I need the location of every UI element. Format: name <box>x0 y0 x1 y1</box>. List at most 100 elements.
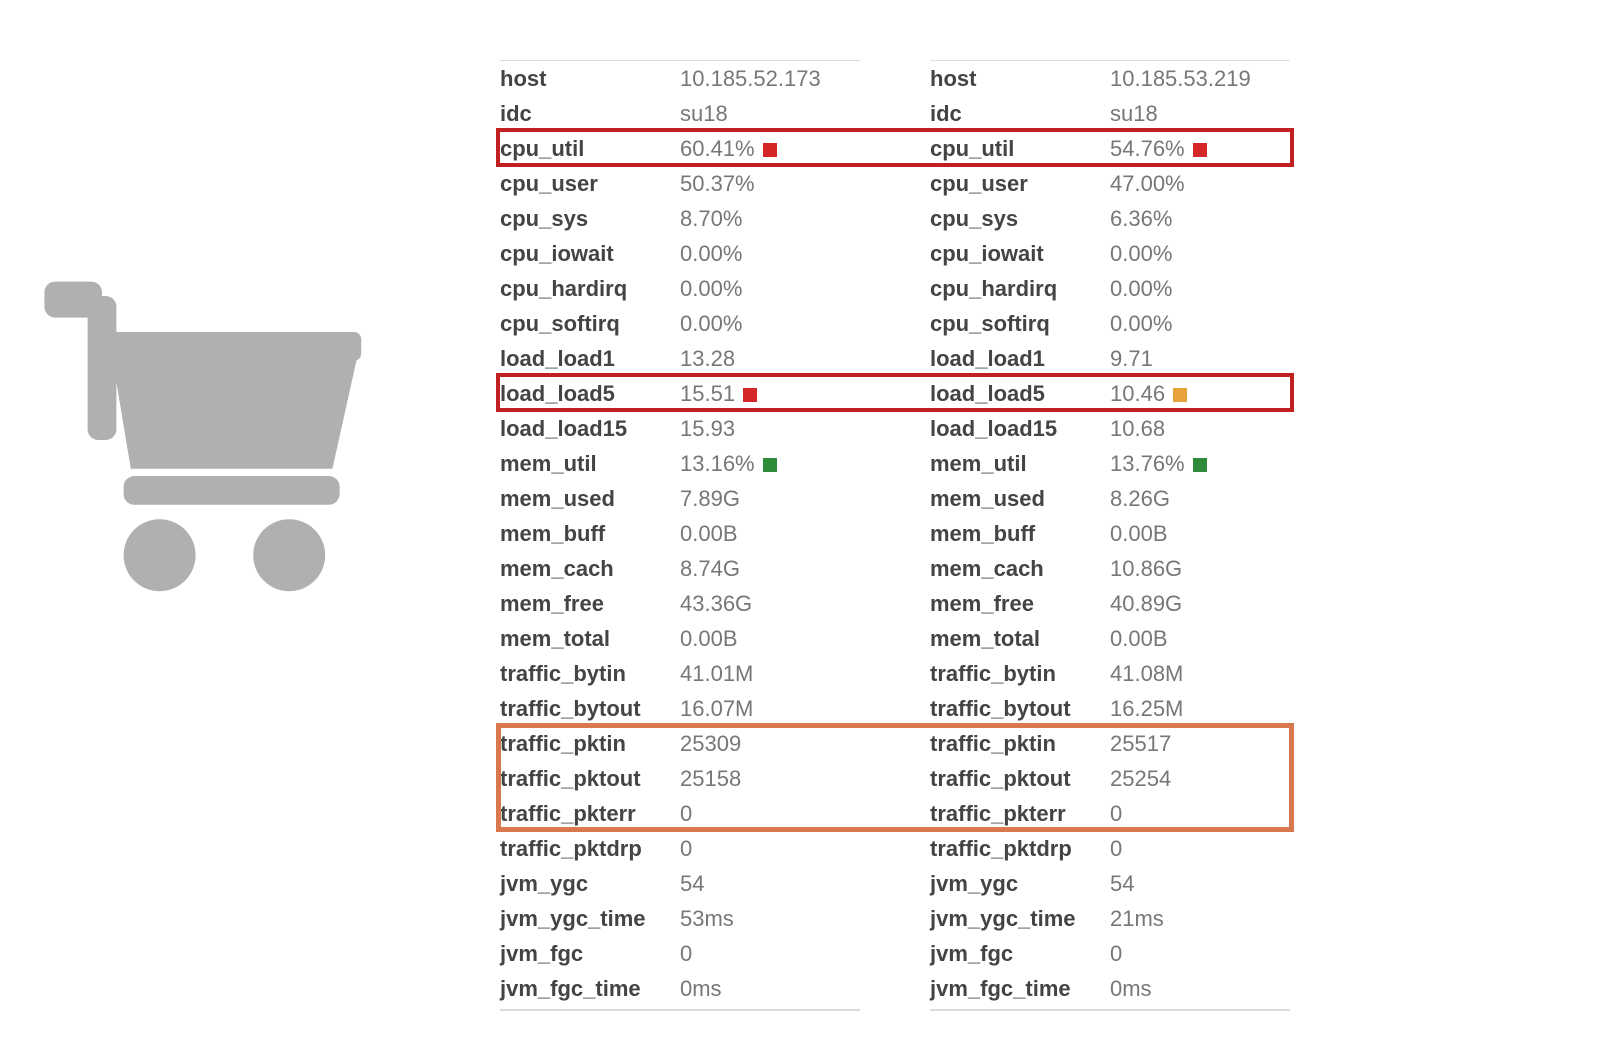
metric-value-text: 40.89G <box>1110 591 1182 616</box>
metric-value-text: 25254 <box>1110 766 1171 791</box>
metric-key: mem_cach <box>500 558 680 580</box>
metric-key: jvm_ygc_time <box>500 908 680 930</box>
metric-value-text: 0 <box>1110 801 1122 826</box>
metric-key: mem_buff <box>930 523 1110 545</box>
metric-value: 0ms <box>680 978 860 1000</box>
metric-value: su18 <box>680 103 860 125</box>
metric-key: load_load1 <box>500 348 680 370</box>
metric-key: traffic_bytout <box>500 698 680 720</box>
metric-key: traffic_pktdrp <box>500 838 680 860</box>
metric-value: 0 <box>680 803 860 825</box>
metric-key: cpu_user <box>930 173 1110 195</box>
metric-value-text: 0.00% <box>1110 311 1172 336</box>
metric-value: 16.07M <box>680 698 860 720</box>
metric-row: cpu_util60.41% <box>500 131 860 166</box>
metric-value: 9.71 <box>1110 348 1290 370</box>
metric-key: cpu_iowait <box>930 243 1110 265</box>
metric-value-text: 10.185.52.173 <box>680 66 821 91</box>
metric-row: mem_total0.00B <box>930 621 1290 656</box>
metric-key: mem_free <box>500 593 680 615</box>
metric-key: mem_buff <box>500 523 680 545</box>
metric-row: mem_buff0.00B <box>500 516 860 551</box>
metric-value: 21ms <box>1110 908 1290 930</box>
metric-value: 0.00% <box>1110 278 1290 300</box>
metric-value: 0.00% <box>680 313 860 335</box>
status-swatch-icon <box>1173 388 1187 402</box>
metric-key: load_load15 <box>500 418 680 440</box>
metric-key: traffic_bytin <box>930 663 1110 685</box>
metric-value: 0.00B <box>1110 523 1290 545</box>
metric-key: host <box>930 68 1110 90</box>
metric-value: 0.00B <box>680 523 860 545</box>
metric-value-text: 9.71 <box>1110 346 1153 371</box>
metric-value-text: 8.74G <box>680 556 740 581</box>
metric-row: traffic_bytout16.07M <box>500 691 860 726</box>
metric-value: 54 <box>680 873 860 895</box>
metric-value-text: 0.00B <box>1110 626 1168 651</box>
metric-value: 0 <box>1110 838 1290 860</box>
metric-value: 7.89G <box>680 488 860 510</box>
metric-value: 0 <box>680 838 860 860</box>
metric-value: 25254 <box>1110 768 1290 790</box>
metric-row: mem_buff0.00B <box>930 516 1290 551</box>
metric-key: cpu_hardirq <box>930 278 1110 300</box>
metric-value: 10.46 <box>1110 383 1290 405</box>
metric-value-text: 6.36% <box>1110 206 1172 231</box>
metric-value-text: 10.68 <box>1110 416 1165 441</box>
metric-value: 47.00% <box>1110 173 1290 195</box>
metric-row: cpu_iowait0.00% <box>930 236 1290 271</box>
metric-key: jvm_fgc <box>930 943 1110 965</box>
metric-key: cpu_sys <box>500 208 680 230</box>
metric-value: 0 <box>1110 803 1290 825</box>
status-swatch-icon <box>743 388 757 402</box>
metric-key: jvm_fgc <box>500 943 680 965</box>
metric-value-text: 60.41% <box>680 136 755 161</box>
metric-value-text: 0 <box>680 941 692 966</box>
metric-row: cpu_util54.76% <box>930 131 1290 166</box>
metric-row: cpu_hardirq0.00% <box>500 271 860 306</box>
metric-key: traffic_pkterr <box>930 803 1110 825</box>
metric-row: cpu_user50.37% <box>500 166 860 201</box>
metric-row: idcsu18 <box>930 96 1290 131</box>
metric-value: 15.51 <box>680 383 860 405</box>
metric-value: 43.36G <box>680 593 860 615</box>
metric-value: 25158 <box>680 768 860 790</box>
metric-value-text: 0.00% <box>1110 276 1172 301</box>
metric-value: 40.89G <box>1110 593 1290 615</box>
metric-value: 25309 <box>680 733 860 755</box>
metric-row: traffic_pktin25309 <box>500 726 860 761</box>
metric-key: mem_util <box>930 453 1110 475</box>
metric-key: jvm_ygc_time <box>930 908 1110 930</box>
metric-row: traffic_bytin41.08M <box>930 656 1290 691</box>
metric-row: jvm_ygc54 <box>930 866 1290 901</box>
metric-value-text: 25158 <box>680 766 741 791</box>
metric-row: cpu_hardirq0.00% <box>930 271 1290 306</box>
metric-key: mem_util <box>500 453 680 475</box>
metric-value-text: 54 <box>680 871 704 896</box>
metric-value: 10.86G <box>1110 558 1290 580</box>
metric-value-text: 53ms <box>680 906 734 931</box>
metric-value: 0.00% <box>1110 313 1290 335</box>
metric-value-text: 0ms <box>1110 976 1152 1001</box>
metric-key: mem_used <box>500 488 680 510</box>
metric-key: jvm_fgc_time <box>500 978 680 1000</box>
metric-value-text: 0 <box>1110 836 1122 861</box>
metric-row: jvm_fgc0 <box>930 936 1290 971</box>
metric-row: load_load515.51 <box>500 376 860 411</box>
metric-value: 13.76% <box>1110 453 1290 475</box>
metric-value: 54.76% <box>1110 138 1290 160</box>
metric-value-text: 8.70% <box>680 206 742 231</box>
column-underline <box>500 1009 860 1011</box>
status-swatch-icon <box>763 143 777 157</box>
metric-row: cpu_softirq0.00% <box>930 306 1290 341</box>
metrics-column-right: host10.185.53.219idcsu18cpu_util54.76%cp… <box>930 60 1290 1006</box>
metric-row: traffic_pkterr0 <box>500 796 860 831</box>
metric-value-text: 25309 <box>680 731 741 756</box>
metric-value: 10.68 <box>1110 418 1290 440</box>
metric-row: mem_cach8.74G <box>500 551 860 586</box>
metric-key: host <box>500 68 680 90</box>
metric-value: 54 <box>1110 873 1290 895</box>
metric-value-text: 41.01M <box>680 661 753 686</box>
metric-value-text: 0.00B <box>680 521 738 546</box>
metric-key: traffic_pktout <box>930 768 1110 790</box>
